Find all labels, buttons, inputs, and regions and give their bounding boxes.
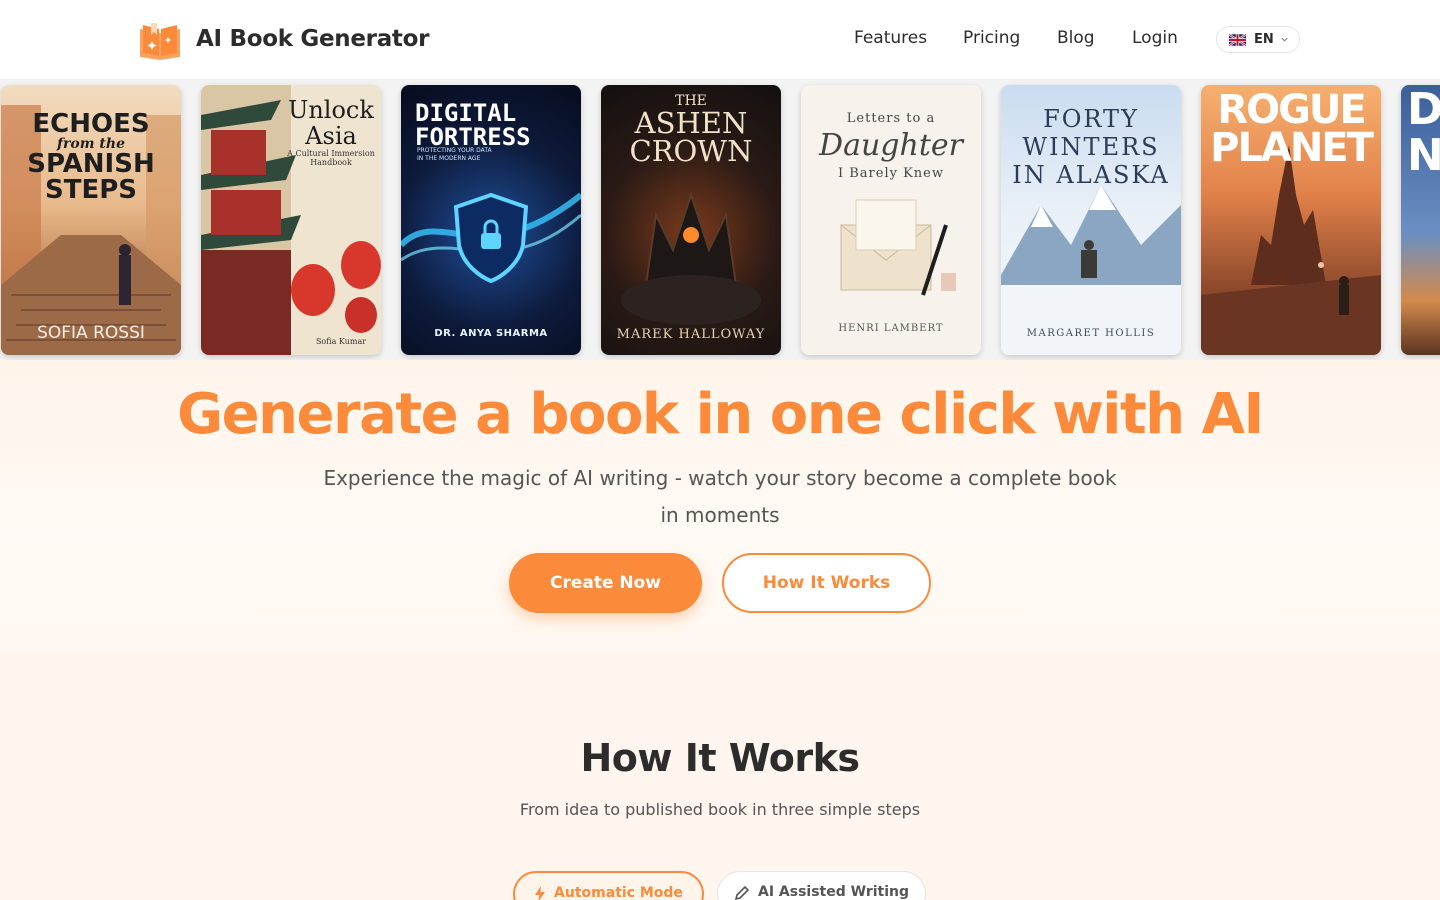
book-cover-digital-fortress[interactable]: DIGITAL FORTRESS PROTECTING YOUR DATA IN…	[401, 85, 581, 355]
chevron-down-icon	[1281, 37, 1288, 42]
book-cover-letters-daughter[interactable]: Letters to a Daughter I Barely Knew HENR…	[801, 85, 981, 355]
book-title: ROGUE PLANET	[1210, 87, 1374, 171]
book-title: ECHOES from the SPANISH STEPS	[27, 109, 155, 205]
book-subtitle: PROTECTING YOUR DATA IN THE MODERN AGE	[417, 147, 492, 162]
open-book-logo-icon[interactable]	[138, 19, 182, 61]
book-author: DR. ANYA SHARMA	[434, 328, 548, 339]
hero-subtext: Experience the magic of AI writing - wat…	[323, 466, 1117, 527]
book-cover-rogue-planet[interactable]: ROGUE PLANET	[1201, 85, 1381, 355]
book-author: Sofia Kumar	[315, 337, 367, 346]
tab-label: Automatic Mode	[554, 885, 683, 900]
book-cover-ashen-crown[interactable]: THE ASHEN CROWN MAREK HALLOWAY	[601, 85, 781, 355]
hero-section: Generate a book in one click with AI Exp…	[0, 360, 1440, 654]
tab-automatic-mode[interactable]: Automatic Mode	[513, 871, 704, 900]
book-title: THE ASHEN CROWN	[629, 93, 753, 168]
hero-headline: Generate a book in one click with AI	[177, 382, 1264, 447]
how-it-works-button[interactable]: How It Works	[722, 553, 931, 613]
book-subtitle: A Cultural Immersion Handbook	[287, 149, 375, 167]
book-author: SOFIA ROSSI	[37, 323, 145, 343]
book-title: DIGITAL FORTRESS	[415, 99, 531, 151]
pen-icon	[734, 885, 750, 900]
nav-blog[interactable]: Blog	[1057, 28, 1095, 48]
nav-pricing[interactable]: Pricing	[963, 28, 1020, 48]
book-cover-echoes[interactable]: ECHOES from the SPANISH STEPS SOFIA ROSS…	[1, 85, 181, 355]
language-code: EN	[1254, 32, 1274, 47]
uk-flag-icon	[1229, 33, 1246, 46]
section-subtitle: From idea to published book in three sim…	[519, 800, 921, 819]
book-cover-partial[interactable]: D N	[1401, 85, 1440, 355]
nav-features[interactable]: Features	[854, 28, 927, 48]
nav-login[interactable]: Login	[1132, 28, 1178, 48]
language-selector[interactable]: EN	[1216, 26, 1300, 53]
create-now-button[interactable]: Create Now	[509, 553, 702, 613]
book-author: HENRI LAMBERT	[838, 323, 944, 334]
book-author: MARGARET HOLLIS	[1026, 328, 1156, 339]
lightning-icon	[535, 886, 546, 900]
book-title: FORTY WINTERS IN ALASKA	[1012, 105, 1170, 189]
book-title: D N	[1407, 85, 1440, 181]
brand-name[interactable]: AI Book Generator	[196, 26, 429, 52]
book-title: Letters to a Daughter I Barely Knew	[819, 111, 963, 181]
book-author: MAREK HALLOWAY	[616, 327, 766, 342]
book-cover-carousel: ECHOES from the SPANISH STEPS SOFIA ROSS…	[0, 80, 1440, 360]
section-title: How It Works	[580, 736, 860, 780]
book-cover-unlock-asia[interactable]: Unlock Asia A Cultural Immersion Handboo…	[201, 85, 381, 355]
how-it-works-section: How It Works From idea to published book…	[0, 654, 1440, 900]
site-header: AI Book Generator Features Pricing Blog …	[0, 0, 1440, 80]
tab-label: AI Assisted Writing	[757, 884, 909, 900]
book-title: Unlock Asia	[288, 96, 374, 150]
book-cover-forty-winters[interactable]: FORTY WINTERS IN ALASKA MARGARET HOLLIS	[1001, 85, 1181, 355]
tab-ai-assisted-writing[interactable]: AI Assisted Writing	[717, 871, 926, 900]
